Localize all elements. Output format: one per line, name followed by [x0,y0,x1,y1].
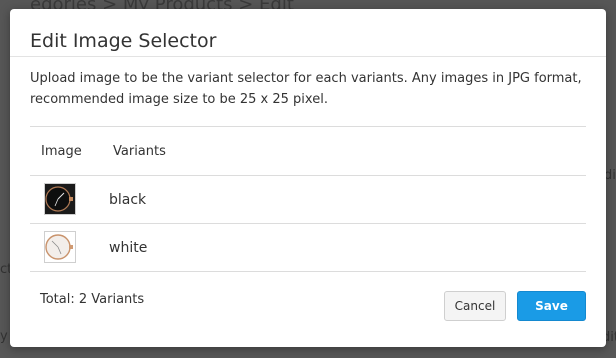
modal-title: Edit Image Selector [30,30,217,52]
column-header-image: Image [41,144,82,159]
total-variants: Total: 2 Variants [40,292,145,307]
modal-description: Upload image to be the variant selector … [30,71,582,107]
watch-black-thumbnail[interactable] [44,183,76,215]
watch-white-thumbnail[interactable] [44,231,76,263]
variant-name: white [109,240,148,256]
background-text-fragment: y [0,329,8,344]
watch-black-image [45,184,75,214]
table-row: black [30,176,586,224]
watch-white-image [45,232,75,262]
table-row: white [30,224,586,272]
table-header: Image Variants [30,126,586,176]
variants-table: Image Variants black white [30,126,586,272]
column-header-variants: Variants [113,144,166,159]
modal-header: Edit Image Selector [10,9,606,57]
edit-image-selector-modal: Edit Image Selector Upload image to be t… [10,9,606,347]
save-button[interactable]: Save [517,291,586,321]
cancel-button[interactable]: Cancel [444,291,506,321]
variant-name: black [109,192,147,208]
